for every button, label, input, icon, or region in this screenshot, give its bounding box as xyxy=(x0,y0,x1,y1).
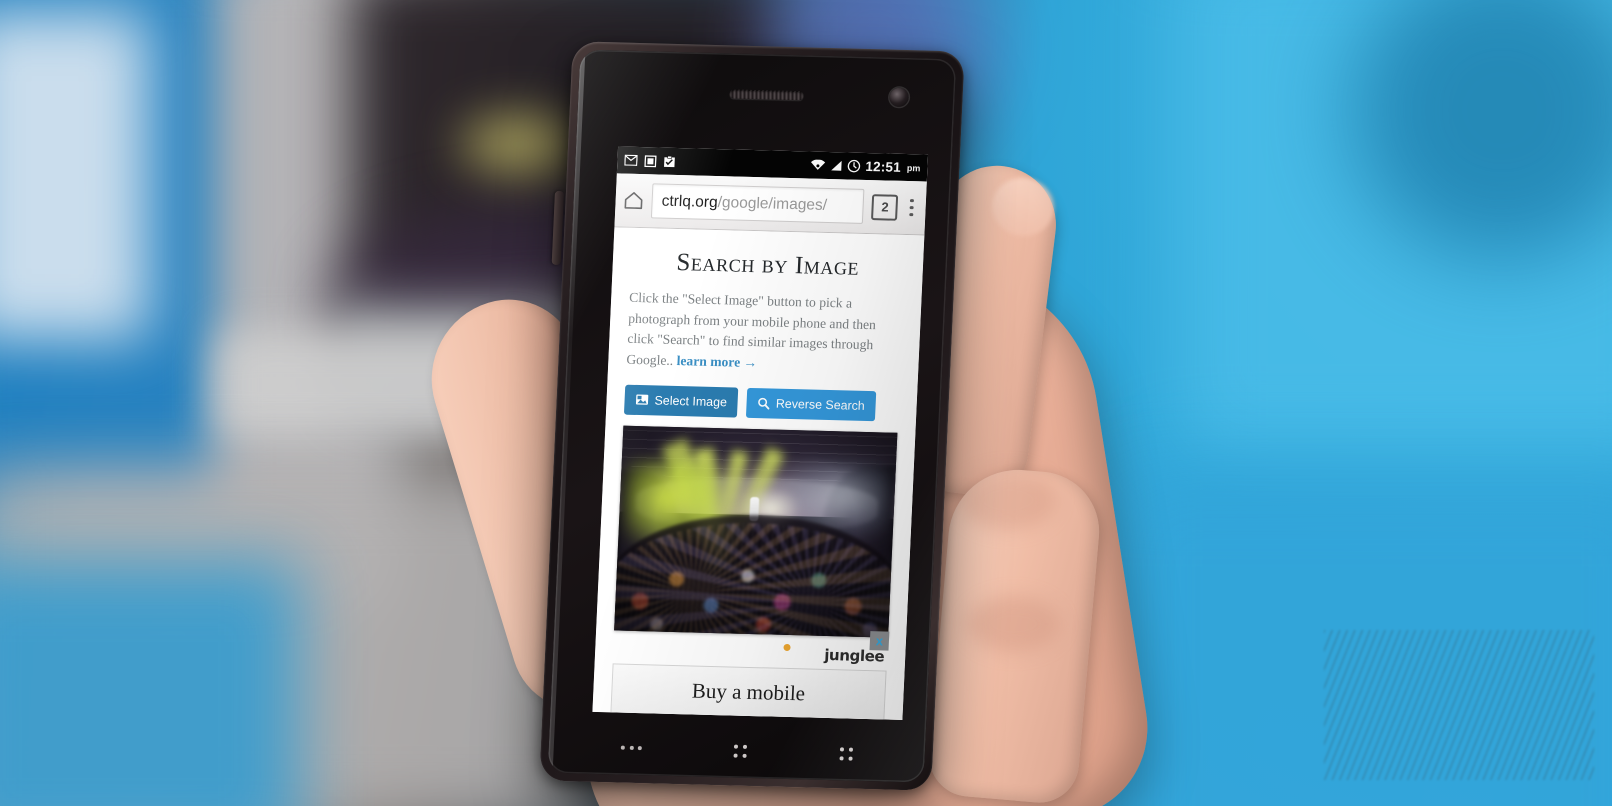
url-path: /google/images/ xyxy=(717,193,828,214)
junglee-ad-logo: junglee xyxy=(613,640,888,666)
earpiece-speaker xyxy=(729,89,804,101)
status-bar-meridiem: pm xyxy=(906,162,921,173)
clipboard-check-icon xyxy=(664,155,675,167)
ad-banner[interactable]: Buy a mobile xyxy=(610,663,887,720)
junglee-logo-dot xyxy=(783,643,791,652)
web-page-content: Search by Image Click the "Select Image"… xyxy=(592,227,925,720)
menu-button[interactable] xyxy=(620,745,643,751)
battery-icon xyxy=(847,159,861,173)
url-bar[interactable]: ctrlq.org/google/images/ xyxy=(650,183,865,224)
search-icon xyxy=(758,397,770,410)
ad-headline: Buy a mobile xyxy=(691,678,806,706)
tab-counter-button[interactable]: 2 xyxy=(871,193,899,221)
tab-count-label: 2 xyxy=(881,199,889,215)
action-button-row: Select Image Reverse Search xyxy=(623,384,899,422)
ad-close-label: x xyxy=(875,633,884,649)
home-button[interactable] xyxy=(733,744,748,758)
concert-crowd-photo[interactable] xyxy=(614,425,898,638)
select-image-button[interactable]: Select Image xyxy=(623,384,739,418)
back-button[interactable] xyxy=(839,746,853,761)
select-image-label: Select Image xyxy=(654,393,728,409)
overflow-menu-icon[interactable] xyxy=(906,198,918,217)
front-camera xyxy=(889,87,910,108)
browser-toolbar: ctrlq.org/google/images/ 2 xyxy=(614,173,927,236)
ad-close-button[interactable]: x xyxy=(869,631,890,651)
url-domain: ctrlq.org xyxy=(661,192,719,211)
status-bar-time: 12:51 xyxy=(865,158,902,175)
volume-key[interactable] xyxy=(551,190,565,265)
reverse-search-label: Reverse Search xyxy=(775,396,866,413)
page-title: Search by Image xyxy=(675,249,860,281)
smartphone: 12:51 pm ctrlq.org/google/images/ 2 Sear… xyxy=(539,41,965,791)
phone-screen[interactable]: 12:51 pm ctrlq.org/google/images/ 2 Sear… xyxy=(592,146,929,720)
learn-more-link[interactable]: learn more → xyxy=(676,353,757,370)
reverse-search-button[interactable]: Reverse Search xyxy=(746,387,877,422)
advertisement[interactable]: junglee x Buy a mobile xyxy=(610,631,890,720)
home-icon[interactable] xyxy=(623,191,644,211)
screenshot-icon xyxy=(644,154,657,167)
navigation-bar xyxy=(548,711,927,783)
image-icon xyxy=(635,394,649,406)
page-description: Click the "Select Image" button to pick … xyxy=(626,288,904,378)
screenshot-scene: 12:51 pm ctrlq.org/google/images/ 2 Sear… xyxy=(0,0,1612,806)
gmail-icon xyxy=(624,154,638,166)
signal-icon xyxy=(831,160,842,171)
wifi-icon xyxy=(810,159,826,170)
